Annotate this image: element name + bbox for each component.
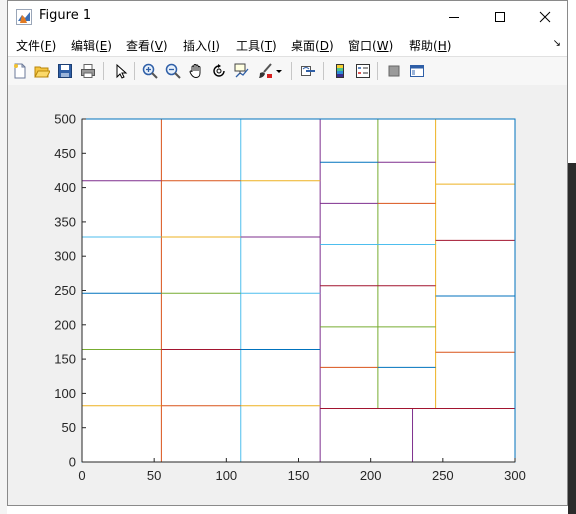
new-figure-button[interactable] bbox=[11, 62, 29, 80]
y-tick-label: 400 bbox=[54, 180, 76, 195]
save-button[interactable] bbox=[56, 62, 74, 80]
toolbar bbox=[8, 56, 567, 86]
figure-window: Figure 1 文件(F) 编辑(E) 查看(V) 插入(I) 工具(T) 桌… bbox=[7, 0, 568, 506]
menu-bar: 文件(F) 编辑(E) 查看(V) 插入(I) 工具(T) 桌面(D) 窗口(W… bbox=[8, 32, 567, 56]
menu-edit[interactable]: 编辑(E) bbox=[71, 37, 112, 54]
zoom-in-icon bbox=[142, 63, 158, 79]
close-button[interactable] bbox=[522, 1, 568, 32]
x-tick-label: 200 bbox=[360, 468, 382, 483]
insert-colorbar-button[interactable] bbox=[331, 62, 349, 80]
link-plot-button[interactable] bbox=[299, 62, 317, 80]
title-bar[interactable]: Figure 1 bbox=[8, 1, 567, 32]
show-plot-tools-icon bbox=[410, 65, 424, 77]
open-file-icon bbox=[34, 66, 50, 78]
toolbar-separator bbox=[103, 62, 104, 80]
menu-window[interactable]: 窗口(W) bbox=[348, 37, 393, 54]
print-icon bbox=[81, 64, 95, 78]
show-plot-tools-button[interactable] bbox=[408, 62, 426, 80]
y-tick-label: 0 bbox=[69, 455, 76, 470]
open-file-button[interactable] bbox=[33, 62, 51, 80]
brush-button[interactable] bbox=[256, 62, 274, 80]
hide-plot-tools-button[interactable] bbox=[385, 62, 403, 80]
window-title: Figure 1 bbox=[39, 8, 92, 23]
x-tick-label: 300 bbox=[504, 468, 526, 483]
y-tick-label: 150 bbox=[54, 352, 76, 367]
x-tick-label: 250 bbox=[432, 468, 454, 483]
toolbar-separator bbox=[134, 62, 135, 80]
y-tick-label: 350 bbox=[54, 214, 76, 229]
link-plot-icon bbox=[301, 66, 315, 76]
x-tick-label: 100 bbox=[215, 468, 237, 483]
line-plot[interactable]: 0 50 100 150 200 250 300 0 50 100 150 200 250 300 350 4… bbox=[8, 85, 567, 505]
x-tick-label: 50 bbox=[147, 468, 161, 483]
data-cursor-button[interactable] bbox=[233, 62, 251, 80]
x-tick-label: 0 bbox=[78, 468, 85, 483]
zoom-out-icon bbox=[165, 63, 181, 79]
rotate-3d-button[interactable] bbox=[210, 62, 228, 80]
menu-insert[interactable]: 插入(I) bbox=[183, 37, 220, 54]
data-cursor-icon bbox=[234, 63, 249, 78]
pan-button[interactable] bbox=[187, 62, 205, 80]
minimize-button[interactable] bbox=[431, 1, 477, 32]
y-tick-label: 450 bbox=[54, 146, 76, 161]
menu-expand-icon[interactable]: ↘ bbox=[553, 38, 561, 49]
menu-file[interactable]: 文件(F) bbox=[16, 37, 56, 54]
y-tick-label: 200 bbox=[54, 317, 76, 332]
hide-plot-tools-icon bbox=[388, 65, 400, 77]
y-tick-label: 50 bbox=[62, 420, 76, 435]
brush-icon bbox=[259, 63, 272, 78]
y-tick-label: 100 bbox=[54, 386, 76, 401]
toolbar-separator bbox=[377, 62, 378, 80]
print-button[interactable] bbox=[79, 62, 97, 80]
insert-legend-button[interactable] bbox=[354, 62, 372, 80]
menu-tools[interactable]: 工具(T) bbox=[236, 37, 277, 54]
brush-dropdown-button[interactable] bbox=[274, 62, 284, 80]
y-tick-label: 300 bbox=[54, 249, 76, 264]
colorbar-icon bbox=[336, 64, 344, 78]
brush-dropdown-icon bbox=[276, 70, 282, 73]
pan-icon bbox=[189, 64, 201, 78]
legend-icon bbox=[356, 64, 370, 78]
new-figure-icon bbox=[14, 63, 26, 79]
edit-plot-icon bbox=[116, 63, 128, 79]
menu-desktop[interactable]: 桌面(D) bbox=[291, 37, 334, 54]
maximize-icon bbox=[495, 11, 505, 22]
edit-plot-button[interactable] bbox=[111, 62, 129, 80]
zoom-in-button[interactable] bbox=[141, 62, 159, 80]
save-icon bbox=[58, 64, 72, 78]
toolbar-separator bbox=[291, 62, 292, 80]
maximize-button[interactable] bbox=[477, 1, 523, 32]
y-tick-label: 500 bbox=[54, 112, 76, 127]
background-editor-panel bbox=[568, 163, 576, 514]
zoom-out-button[interactable] bbox=[164, 62, 182, 80]
matlab-logo-icon bbox=[16, 9, 32, 25]
rotate-3d-icon bbox=[213, 64, 225, 77]
y-tick-label: 250 bbox=[54, 283, 76, 298]
toolbar-separator bbox=[323, 62, 324, 80]
minimize-icon bbox=[449, 16, 459, 18]
menu-view[interactable]: 查看(V) bbox=[126, 37, 168, 54]
menu-help[interactable]: 帮助(H) bbox=[409, 37, 451, 54]
axes-background bbox=[82, 119, 515, 462]
background-left-edge bbox=[0, 0, 7, 514]
x-tick-label: 150 bbox=[288, 468, 310, 483]
figure-canvas[interactable]: 0 50 100 150 200 250 300 0 50 100 150 200 250 300 350 4… bbox=[8, 85, 567, 505]
close-icon bbox=[539, 11, 551, 22]
